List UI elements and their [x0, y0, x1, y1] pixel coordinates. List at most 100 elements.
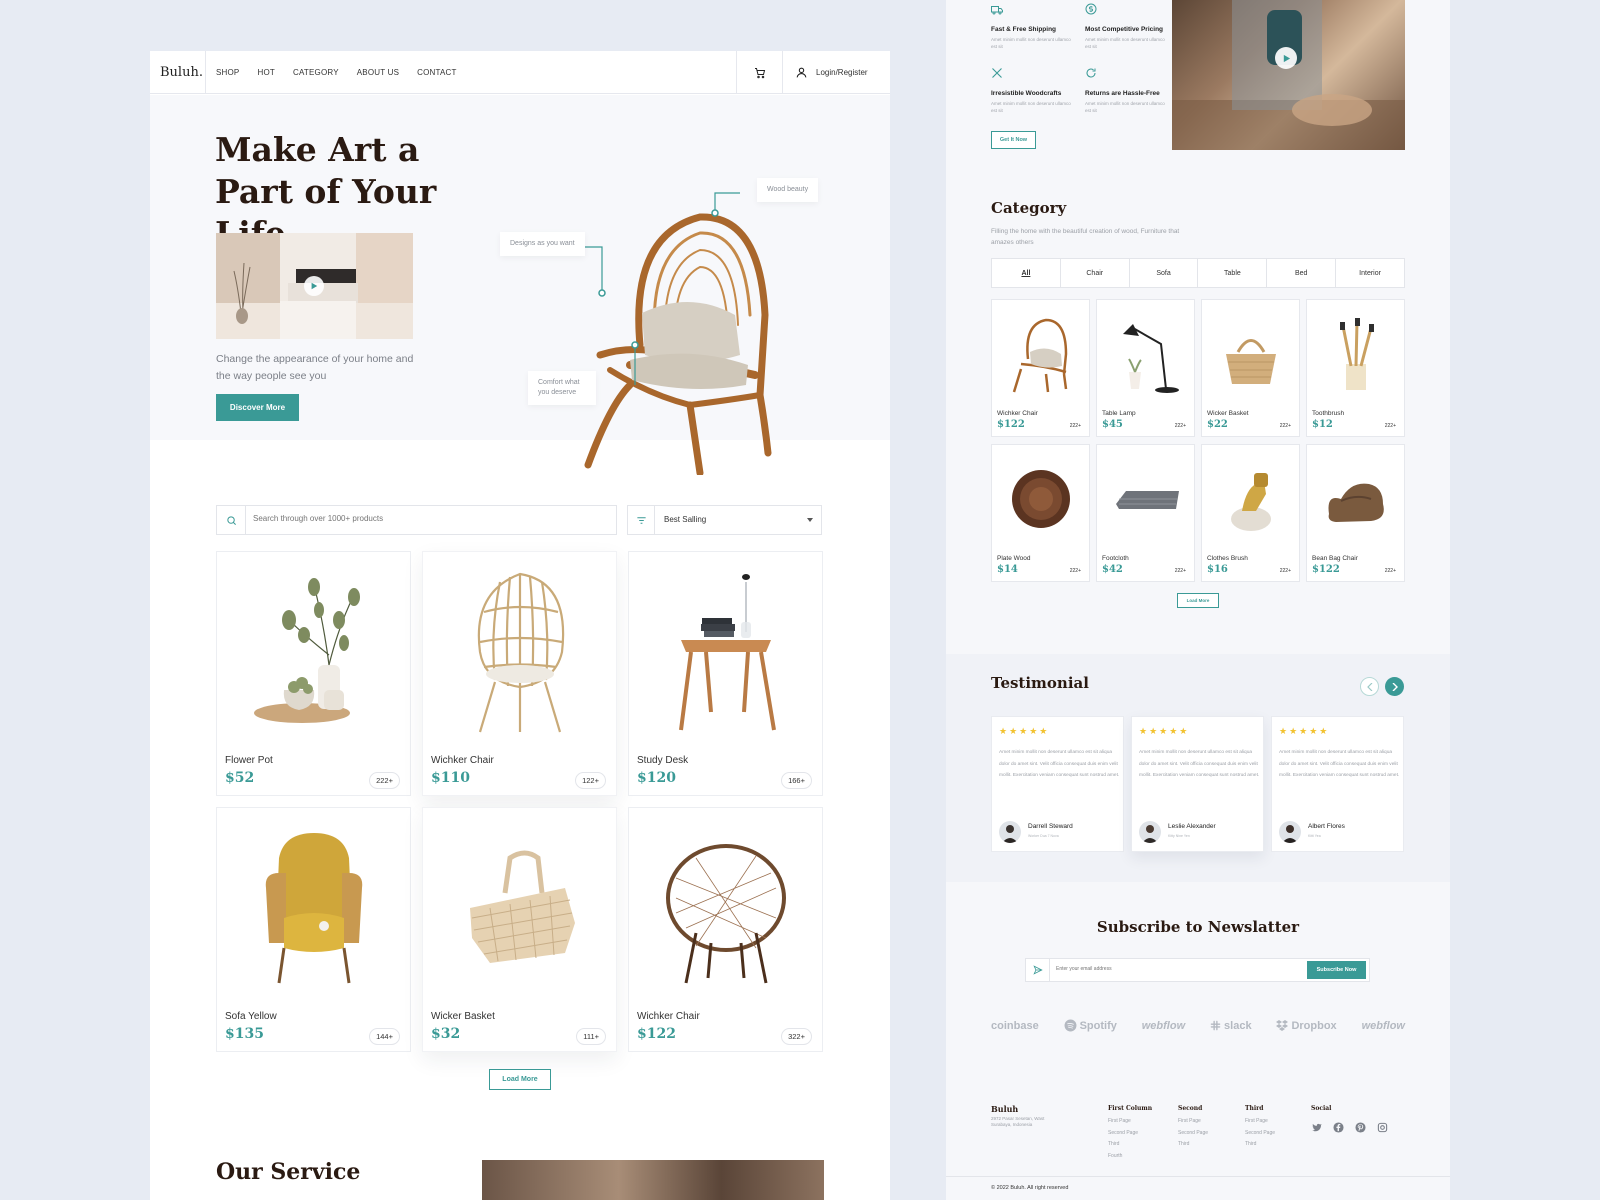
footer-link[interactable]: First Page	[1108, 1116, 1152, 1128]
instagram-icon[interactable]	[1377, 1122, 1388, 1133]
brand-slack-label: slack	[1224, 1019, 1252, 1032]
product-card[interactable]: Sofa Yellow $135 144+	[216, 807, 411, 1052]
woodworking-video[interactable]	[1172, 0, 1405, 150]
product-card[interactable]: Wichker Chair $110 122+	[422, 551, 617, 796]
hero-description: Change the appearance of your home and t…	[216, 353, 414, 382]
category-card[interactable]: Wicker Basket $22 222+	[1201, 299, 1300, 437]
brand-dropbox-label: Dropbox	[1291, 1019, 1337, 1032]
discover-more-button[interactable]: Discover More	[216, 394, 299, 421]
category-item-name: Clothes Brush	[1207, 555, 1248, 562]
play-button[interactable]	[1275, 47, 1297, 69]
subscribe-button[interactable]: Subscribe Now	[1307, 961, 1366, 979]
hero-video[interactable]	[216, 233, 413, 339]
prev-button[interactable]	[1360, 677, 1379, 696]
hero-section: Make Art a Part of Your Life Change the …	[150, 95, 890, 475]
tab-all[interactable]: All	[992, 259, 1061, 287]
footer-column-title: Third	[1245, 1105, 1264, 1112]
nav-link-hot[interactable]: HOT	[257, 68, 275, 77]
footer-column-title: First Column	[1108, 1105, 1153, 1112]
tab-bed[interactable]: Bed	[1267, 259, 1337, 287]
category-card[interactable]: Table Lamp $45 222+	[1096, 299, 1195, 437]
chevron-right-icon	[1392, 682, 1398, 691]
pinterest-icon[interactable]	[1355, 1122, 1366, 1133]
category-item-name: Plate Wood	[997, 555, 1031, 562]
category-item-count: 222+	[1069, 423, 1081, 429]
user-icon	[796, 67, 807, 78]
product-name: Study Desk	[637, 755, 689, 766]
play-button[interactable]	[304, 276, 324, 296]
testimonial-text: Amet minim mollit non deserunt ullamco e…	[1139, 750, 1260, 778]
footer-link[interactable]: Fourth	[1108, 1151, 1152, 1163]
footer-link[interactable]: Second Page	[1108, 1128, 1152, 1140]
category-card[interactable]: Toothbrush $12 222+	[1306, 299, 1405, 437]
search-icon-wrap	[217, 506, 246, 534]
get-it-now-button[interactable]: Get It Now	[991, 131, 1036, 149]
product-count: 122+	[575, 772, 606, 789]
category-item-count: 222+	[1174, 568, 1186, 574]
product-card[interactable]: Wichker Chair $122 322+	[628, 807, 823, 1052]
category-card[interactable]: Wichker Chair $122 222+	[991, 299, 1090, 437]
nav-link-shop[interactable]: SHOP	[216, 68, 239, 77]
callout-comfort: Comfort what you deserve	[528, 371, 596, 405]
login-register-link[interactable]: Login/Register	[795, 51, 868, 94]
tab-chair[interactable]: Chair	[1061, 259, 1130, 287]
category-card[interactable]: Clothes Brush $16 222+	[1201, 444, 1300, 582]
logo[interactable]: Buluh.	[150, 51, 206, 94]
feature-desc: Amet minim mollit non deserunt ullamco e…	[1085, 37, 1165, 49]
product-card[interactable]: Study Desk $120 166+	[628, 551, 823, 796]
next-button[interactable]	[1385, 677, 1404, 696]
newsletter-form: Subscribe Now	[1025, 958, 1370, 982]
avatar	[999, 821, 1021, 843]
service-image	[482, 1160, 824, 1200]
feature-title: Irresistible Woodcrafts	[991, 90, 1062, 97]
category-card[interactable]: Bean Bag Chair $122 222+	[1306, 444, 1405, 582]
category-load-more-button[interactable]: Load More	[1177, 593, 1219, 608]
cart-button[interactable]	[736, 51, 783, 94]
testimonial-card: ★★★★★ Amet minim mollit non deserunt ull…	[991, 716, 1124, 852]
feature-pricing: Most Competitive Pricing Amet minim moll…	[1085, 2, 1165, 50]
login-label: Login/Register	[816, 68, 868, 77]
footer-brand[interactable]: Buluh	[991, 1104, 1018, 1114]
category-item-price: $122	[1312, 564, 1340, 575]
cart-icon	[754, 67, 765, 78]
category-description: Filling the home with the beautiful crea…	[991, 228, 1180, 246]
footer-link[interactable]: Third	[1108, 1139, 1152, 1151]
category-item-price: $122	[997, 419, 1025, 430]
footer-link[interactable]: Second Page	[1245, 1128, 1275, 1140]
twitter-icon[interactable]	[1311, 1122, 1322, 1133]
product-card[interactable]: Wicker Basket $32 111+	[422, 807, 617, 1052]
table-lamp-image	[1097, 300, 1194, 408]
category-item-price: $45	[1102, 419, 1123, 430]
nav-link-category[interactable]: CATEGORY	[293, 68, 339, 77]
sort-dropdown[interactable]: Best Salling	[627, 505, 822, 535]
tab-sofa[interactable]: Sofa	[1130, 259, 1199, 287]
product-price: $120	[637, 770, 676, 786]
avatar	[1139, 821, 1161, 843]
product-name: Sofa Yellow	[225, 1011, 277, 1022]
brand-spotify: Spotify	[1064, 1019, 1117, 1032]
search-input[interactable]	[253, 514, 593, 523]
tools-icon	[992, 68, 1002, 78]
footer-link[interactable]: First Page	[1178, 1116, 1208, 1128]
facebook-icon[interactable]	[1333, 1122, 1344, 1133]
tab-interior[interactable]: Interior	[1336, 259, 1404, 287]
footer-link[interactable]: First Page	[1245, 1116, 1275, 1128]
footer-link[interactable]: Second Page	[1178, 1128, 1208, 1140]
category-card[interactable]: Footcloth $42 222+	[1096, 444, 1195, 582]
rating-stars: ★★★★★	[1279, 726, 1330, 736]
craftsman-image	[1172, 0, 1405, 150]
yellow-sofa-image	[217, 808, 410, 1003]
nav-link-contact[interactable]: CONTACT	[417, 68, 456, 77]
chevron-left-icon	[1366, 682, 1372, 691]
tab-table[interactable]: Table	[1198, 259, 1268, 287]
footer-link[interactable]: Third	[1245, 1139, 1275, 1151]
nav-link-about[interactable]: ABOUT US	[357, 68, 399, 77]
product-card[interactable]: Flower Pot $52 222+	[216, 551, 411, 796]
category-card[interactable]: Plate Wood $14 222+	[991, 444, 1090, 582]
product-price: $32	[431, 1026, 461, 1042]
load-more-button[interactable]: Load More	[489, 1069, 551, 1090]
category-item-name: Table Lamp	[1102, 410, 1136, 417]
footer-link[interactable]: Third	[1178, 1139, 1208, 1151]
email-field[interactable]	[1056, 966, 1276, 972]
search-bar[interactable]	[216, 505, 617, 535]
